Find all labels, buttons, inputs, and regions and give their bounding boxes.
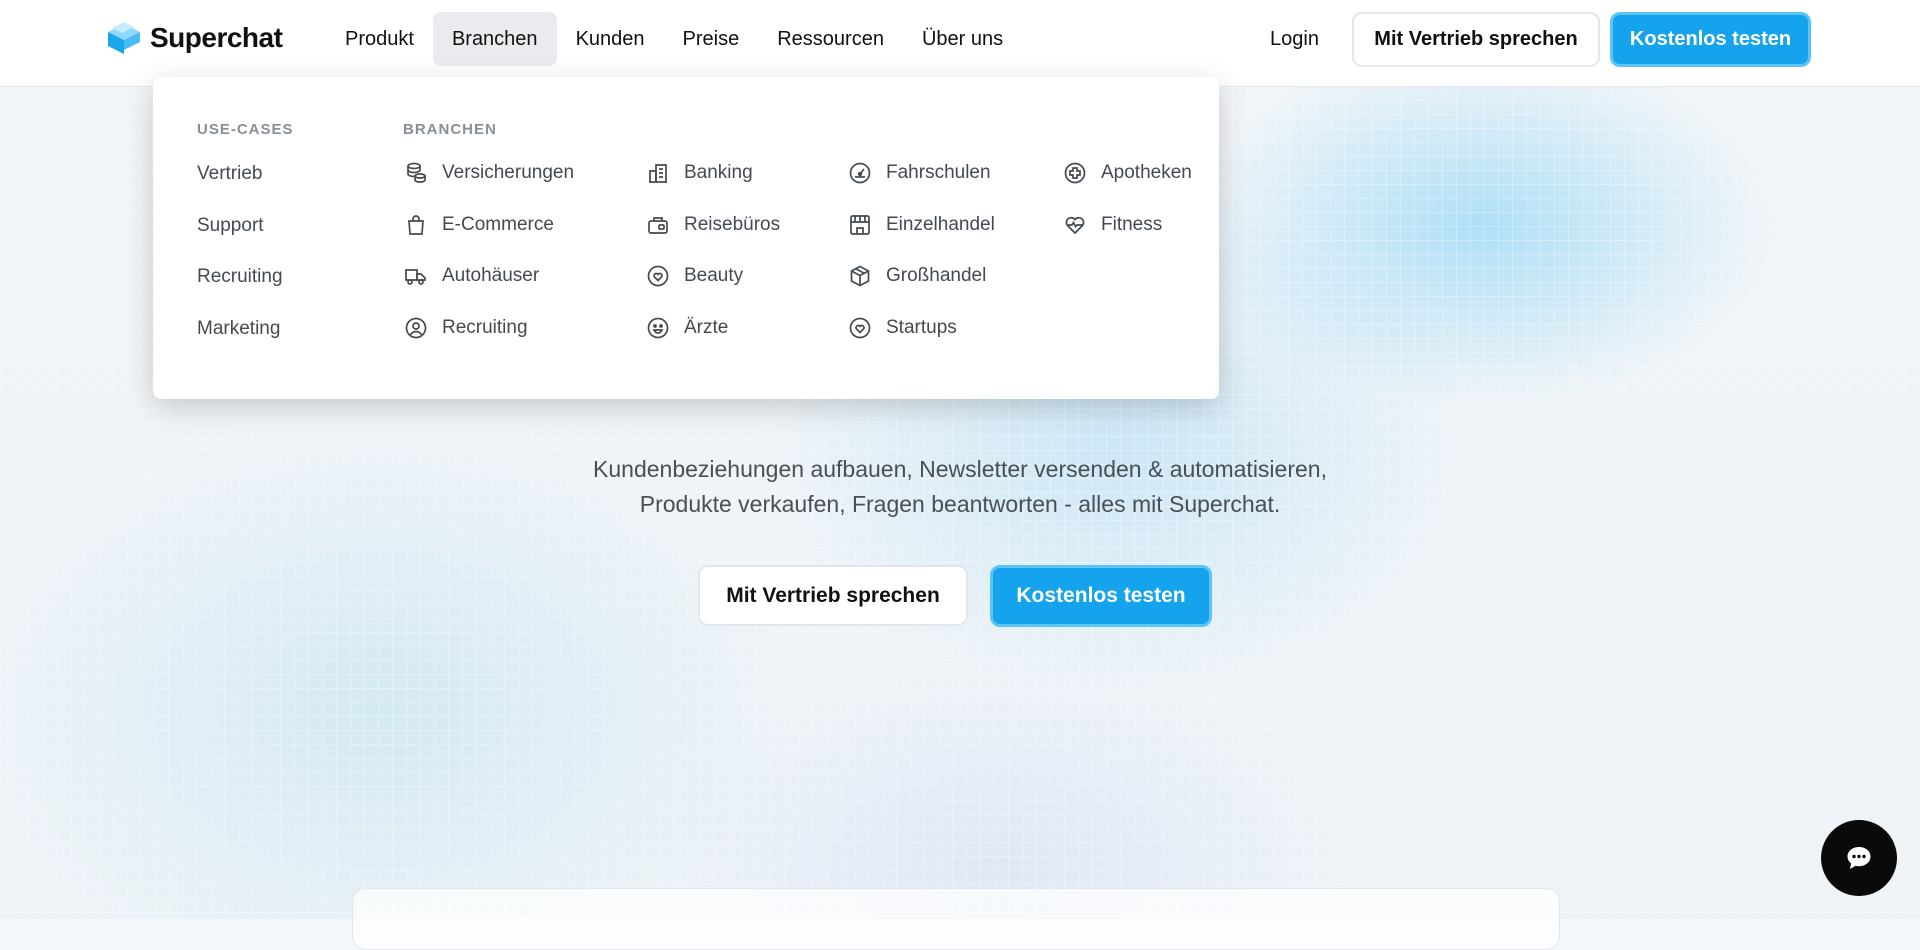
package-icon xyxy=(850,265,870,287)
chat-bubble-icon xyxy=(1847,847,1871,869)
industry-label: Fahrschulen xyxy=(886,162,991,183)
industry-label: Großhandel xyxy=(886,265,987,286)
heart-circle-icon xyxy=(647,265,669,287)
industry-label: Reisebüros xyxy=(684,214,781,235)
usecase-marketing[interactable]: Marketing xyxy=(197,318,280,340)
building-icon xyxy=(649,164,667,183)
industry-versicherungen[interactable]: Versicherungen xyxy=(404,161,574,185)
site-header: Superchat Produkt Branchen Kunden Preise… xyxy=(0,0,1920,87)
nav-branchen[interactable]: Branchen xyxy=(432,12,557,66)
industry-recruiting[interactable]: Recruiting xyxy=(404,316,528,340)
hero-subtitle: Kundenbeziehungen aufbauen, Newsletter v… xyxy=(460,452,1460,522)
medical-cross-icon xyxy=(1064,162,1086,184)
logo-text: Superchat xyxy=(150,22,283,53)
industry-label: Apotheken xyxy=(1101,162,1192,183)
hero-sales-button[interactable]: Mit Vertrieb sprechen xyxy=(698,565,968,626)
nav-preise[interactable]: Preise xyxy=(664,12,759,66)
nav-kunden[interactable]: Kunden xyxy=(557,12,664,66)
industry-grosshandel[interactable]: Großhandel xyxy=(848,264,986,288)
industry-label: Recruiting xyxy=(442,317,528,338)
logo[interactable]: Superchat xyxy=(104,18,283,58)
industry-label: Einzelhandel xyxy=(886,214,995,235)
hero-trial-button[interactable]: Kostenlos testen xyxy=(990,565,1212,627)
industry-apotheken[interactable]: Apotheken xyxy=(1063,161,1192,185)
login-link[interactable]: Login xyxy=(1260,12,1329,66)
heart-pulse-icon xyxy=(1065,216,1085,235)
industry-label: Beauty xyxy=(684,265,744,286)
user-circle-icon xyxy=(405,317,427,339)
branchen-heading: BRANCHEN xyxy=(403,121,497,138)
speedometer-icon xyxy=(849,162,871,184)
hero-subtitle-line1: Kundenbeziehungen aufbauen, Newsletter v… xyxy=(593,456,1327,482)
industry-label: Autohäuser xyxy=(442,265,540,286)
industry-label: E-Commerce xyxy=(442,214,554,235)
superchat-logo-icon xyxy=(108,22,140,54)
industry-fitness[interactable]: Fitness xyxy=(1063,213,1162,237)
header-trial-button[interactable]: Kostenlos testen xyxy=(1610,12,1811,67)
smiley-icon xyxy=(647,317,669,339)
truck-icon xyxy=(405,269,426,285)
industry-label: Banking xyxy=(684,162,753,183)
heart-circle-icon xyxy=(849,317,871,339)
usecase-vertrieb[interactable]: Vertrieb xyxy=(197,163,262,185)
industry-e-commerce[interactable]: E-Commerce xyxy=(404,213,554,237)
industry-aerzte[interactable]: Ärzte xyxy=(646,316,728,340)
industry-label: Fitness xyxy=(1101,214,1163,235)
preview-card xyxy=(352,888,1560,950)
industry-label: Ärzte xyxy=(684,317,729,338)
industry-label: Versicherungen xyxy=(442,162,575,183)
industry-einzelhandel[interactable]: Einzelhandel xyxy=(848,213,995,237)
header-sales-button[interactable]: Mit Vertrieb sprechen xyxy=(1352,12,1600,67)
industry-autohaeuser[interactable]: Autohäuser xyxy=(404,264,539,288)
industry-banking[interactable]: Banking xyxy=(646,161,753,185)
coins-icon xyxy=(407,162,426,183)
store-icon xyxy=(850,215,870,235)
branchen-dropdown: USE-CASES Vertrieb Support Recruiting Ma… xyxy=(153,77,1219,399)
main-nav: Produkt Branchen Kunden Preise Ressource… xyxy=(326,12,1022,66)
hero-subtitle-line2: Produkte verkaufen, Fragen beantworten -… xyxy=(639,491,1281,517)
industry-label: Startups xyxy=(886,317,957,338)
nav-produkt[interactable]: Produkt xyxy=(326,12,433,66)
industry-fahrschulen[interactable]: Fahrschulen xyxy=(848,161,991,185)
industry-startups[interactable]: Startups xyxy=(848,316,957,340)
usecases-heading: USE-CASES xyxy=(197,121,294,138)
chat-widget-button[interactable] xyxy=(1821,820,1897,896)
wallet-icon xyxy=(648,217,668,234)
nav-ueber-uns[interactable]: Über uns xyxy=(903,12,1022,66)
industry-reisebueros[interactable]: Reisebüros xyxy=(646,213,780,237)
industry-beauty[interactable]: Beauty xyxy=(646,264,743,288)
nav-ressourcen[interactable]: Ressourcen xyxy=(758,12,903,66)
usecase-recruiting[interactable]: Recruiting xyxy=(197,266,283,288)
usecase-support[interactable]: Support xyxy=(197,215,264,237)
shopping-bag-icon xyxy=(408,215,424,235)
